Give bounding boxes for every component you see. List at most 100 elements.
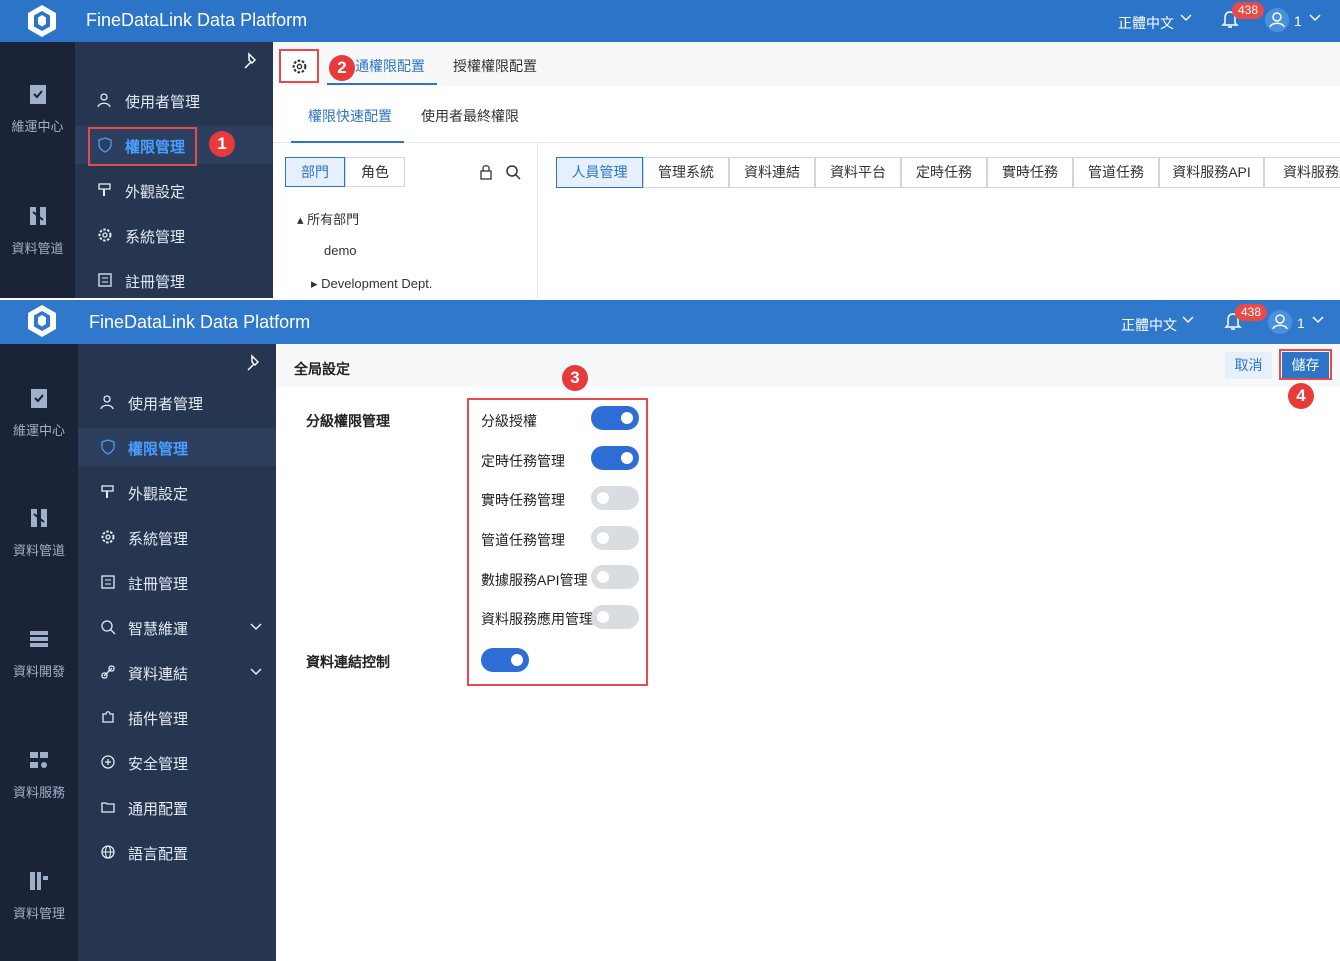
nav-item-data-dev[interactable]: 資料開發 — [0, 627, 78, 680]
toggle-hierarchy-auth[interactable] — [591, 406, 639, 430]
toggle-data-service-app[interactable] — [591, 605, 639, 629]
app-header: FineDataLink Data Platform 正體中文 438 1 — [0, 0, 1340, 42]
toggle-scheduled-task[interactable] — [591, 446, 639, 470]
gear-icon — [101, 530, 115, 544]
chevron-down-icon[interactable] — [1309, 11, 1321, 23]
option-label: 分級授權 — [481, 413, 537, 429]
chevron-down-icon[interactable] — [1180, 11, 1192, 23]
sidebar-item-user-management[interactable]: 使用者管理 — [78, 383, 276, 421]
sidebar-item-appearance[interactable]: 外觀設定 — [75, 171, 273, 209]
clipboard-check-icon — [29, 85, 46, 104]
sidebar-item-permission-management[interactable]: 權限管理 — [78, 428, 276, 466]
perm-tab-scheduled[interactable]: 定時任務 — [901, 157, 987, 188]
option-label: 定時任務管理 — [481, 453, 565, 469]
shield-icon — [101, 439, 115, 455]
sidebar-item-label: 智慧維運 — [128, 621, 189, 638]
toggle-knob — [511, 654, 523, 666]
perm-tab-service-app[interactable]: 資料服務應 — [1264, 157, 1340, 188]
nav-item-pipeline[interactable]: 資料管道 — [0, 204, 75, 257]
hierarchy-permission-label: 分級權限管理 — [306, 413, 390, 429]
perm-tab-platform[interactable]: 資料平台 — [815, 157, 901, 188]
search-icon[interactable] — [505, 164, 521, 180]
top-screenshot-panel: FineDataLink Data Platform 正體中文 438 1 維運… — [0, 0, 1340, 300]
avatar-icon[interactable] — [1268, 310, 1292, 334]
tree-node-label: Development Dept. — [321, 276, 433, 291]
nav-item-data-service[interactable]: 資料服務 — [0, 748, 78, 801]
secondary-sidebar: 使用者管理 權限管理 外觀設定 系統管理 註冊管理 智慧維運 資料連結 插件管理… — [78, 344, 276, 961]
toggle-connection-control[interactable] — [481, 648, 529, 672]
nav-item-data-manage[interactable]: 資料管理 — [0, 869, 78, 922]
nav-item-label: 維運中心 — [11, 119, 64, 134]
sidebar-item-appearance[interactable]: 外觀設定 — [78, 473, 276, 511]
option-label: 管道任務管理 — [481, 532, 565, 548]
toggle-realtime-task[interactable] — [591, 486, 639, 510]
user-name[interactable]: 1 — [1294, 13, 1302, 29]
step-marker-2: 2 — [329, 55, 355, 81]
sidebar-item-register[interactable]: 註冊管理 — [75, 261, 273, 299]
tab-authorization-permission[interactable]: 授權權限配置 — [453, 56, 537, 76]
user-name[interactable]: 1 — [1297, 315, 1305, 331]
pin-icon[interactable] — [243, 52, 261, 70]
settings-button[interactable] — [279, 49, 319, 83]
nav-item-label: 資料開發 — [12, 664, 65, 679]
perm-tab-realtime[interactable]: 實時任務 — [987, 157, 1073, 188]
sidebar-item-user-management[interactable]: 使用者管理 — [75, 81, 273, 119]
perm-tab-pipeline[interactable]: 管道任務 — [1073, 157, 1159, 188]
tab-final-permission[interactable]: 使用者最終權限 — [421, 106, 519, 126]
perm-tab-service-api[interactable]: 資料服務API — [1159, 157, 1264, 188]
sidebar-item-label: 使用者管理 — [125, 94, 201, 111]
language-selector[interactable]: 正體中文 — [1118, 13, 1174, 33]
page-title: 全局設定 — [294, 361, 350, 377]
sidebar-item-label: 註冊管理 — [128, 576, 189, 593]
nav-item-pipeline[interactable]: 資料管道 — [0, 506, 78, 559]
chevron-down-icon[interactable] — [1182, 313, 1194, 325]
pipeline-icon — [31, 509, 47, 527]
sidebar-item-label: 安全管理 — [128, 756, 189, 773]
folder-config-icon — [101, 802, 115, 813]
chevron-down-icon[interactable] — [250, 665, 262, 677]
cancel-button[interactable]: 取消 — [1225, 352, 1272, 379]
toggle-knob — [621, 452, 633, 464]
segment-role[interactable]: 角色 — [345, 157, 405, 187]
gear-icon — [292, 59, 307, 74]
server-stack-icon — [30, 631, 48, 647]
tab-quick-config[interactable]: 權限快速配置 — [308, 106, 392, 126]
segment-department[interactable]: 部門 — [285, 157, 345, 187]
step-marker-1: 1 — [209, 131, 235, 157]
chevron-down-icon[interactable] — [1312, 313, 1324, 325]
paint-roller-icon — [98, 183, 111, 196]
link-icon — [101, 665, 115, 679]
lock-icon[interactable] — [478, 164, 494, 180]
tree-node-development[interactable]: ▸ Development Dept. — [311, 276, 432, 292]
sidebar-item-label: 系統管理 — [125, 229, 186, 246]
sidebar-item-general-config[interactable]: 通用配置 — [78, 788, 276, 826]
language-selector[interactable]: 正體中文 — [1121, 315, 1177, 335]
perm-tab-people[interactable]: 人員管理 — [556, 157, 643, 188]
tree-node-demo[interactable]: demo — [324, 243, 357, 258]
sidebar-item-language[interactable]: 語言配置 — [78, 833, 276, 871]
nav-item-ops-center[interactable]: 維運中心 — [0, 386, 78, 439]
toggle-data-service-api[interactable] — [591, 565, 639, 589]
sidebar-item-system[interactable]: 系統管理 — [75, 216, 273, 254]
pin-icon[interactable] — [246, 354, 264, 372]
sidebar-item-security[interactable]: 安全管理 — [78, 743, 276, 781]
logo-icon — [28, 305, 56, 337]
tree-root[interactable]: ▴ 所有部門 — [297, 209, 359, 228]
tab-general-permission[interactable]: 通權限配置 — [355, 56, 425, 76]
perm-tab-connection[interactable]: 資料連結 — [729, 157, 815, 188]
sidebar-item-plugin[interactable]: 插件管理 — [78, 698, 276, 736]
sidebar-item-data-link[interactable]: 資料連結 — [78, 653, 276, 691]
sidebar-item-smart-ops[interactable]: 智慧維運 — [78, 608, 276, 646]
sidebar-item-system[interactable]: 系統管理 — [78, 518, 276, 556]
perm-tab-system[interactable]: 管理系統 — [643, 157, 729, 188]
sidebar-item-register[interactable]: 註冊管理 — [78, 563, 276, 601]
left-primary-nav: 維運中心 資料管道 資料開發 資料服務 資料管理 — [0, 344, 78, 961]
sidebar-item-label: 外觀設定 — [125, 184, 186, 201]
nav-item-ops-center[interactable]: 維運中心 — [0, 82, 75, 135]
user-manage-icon — [97, 93, 111, 108]
notification-badge: 438 — [1235, 304, 1268, 321]
toggle-pipeline-task[interactable] — [591, 526, 639, 550]
avatar-icon[interactable] — [1265, 8, 1289, 32]
chevron-down-icon[interactable] — [250, 620, 262, 632]
panel-divider — [0, 298, 1340, 300]
